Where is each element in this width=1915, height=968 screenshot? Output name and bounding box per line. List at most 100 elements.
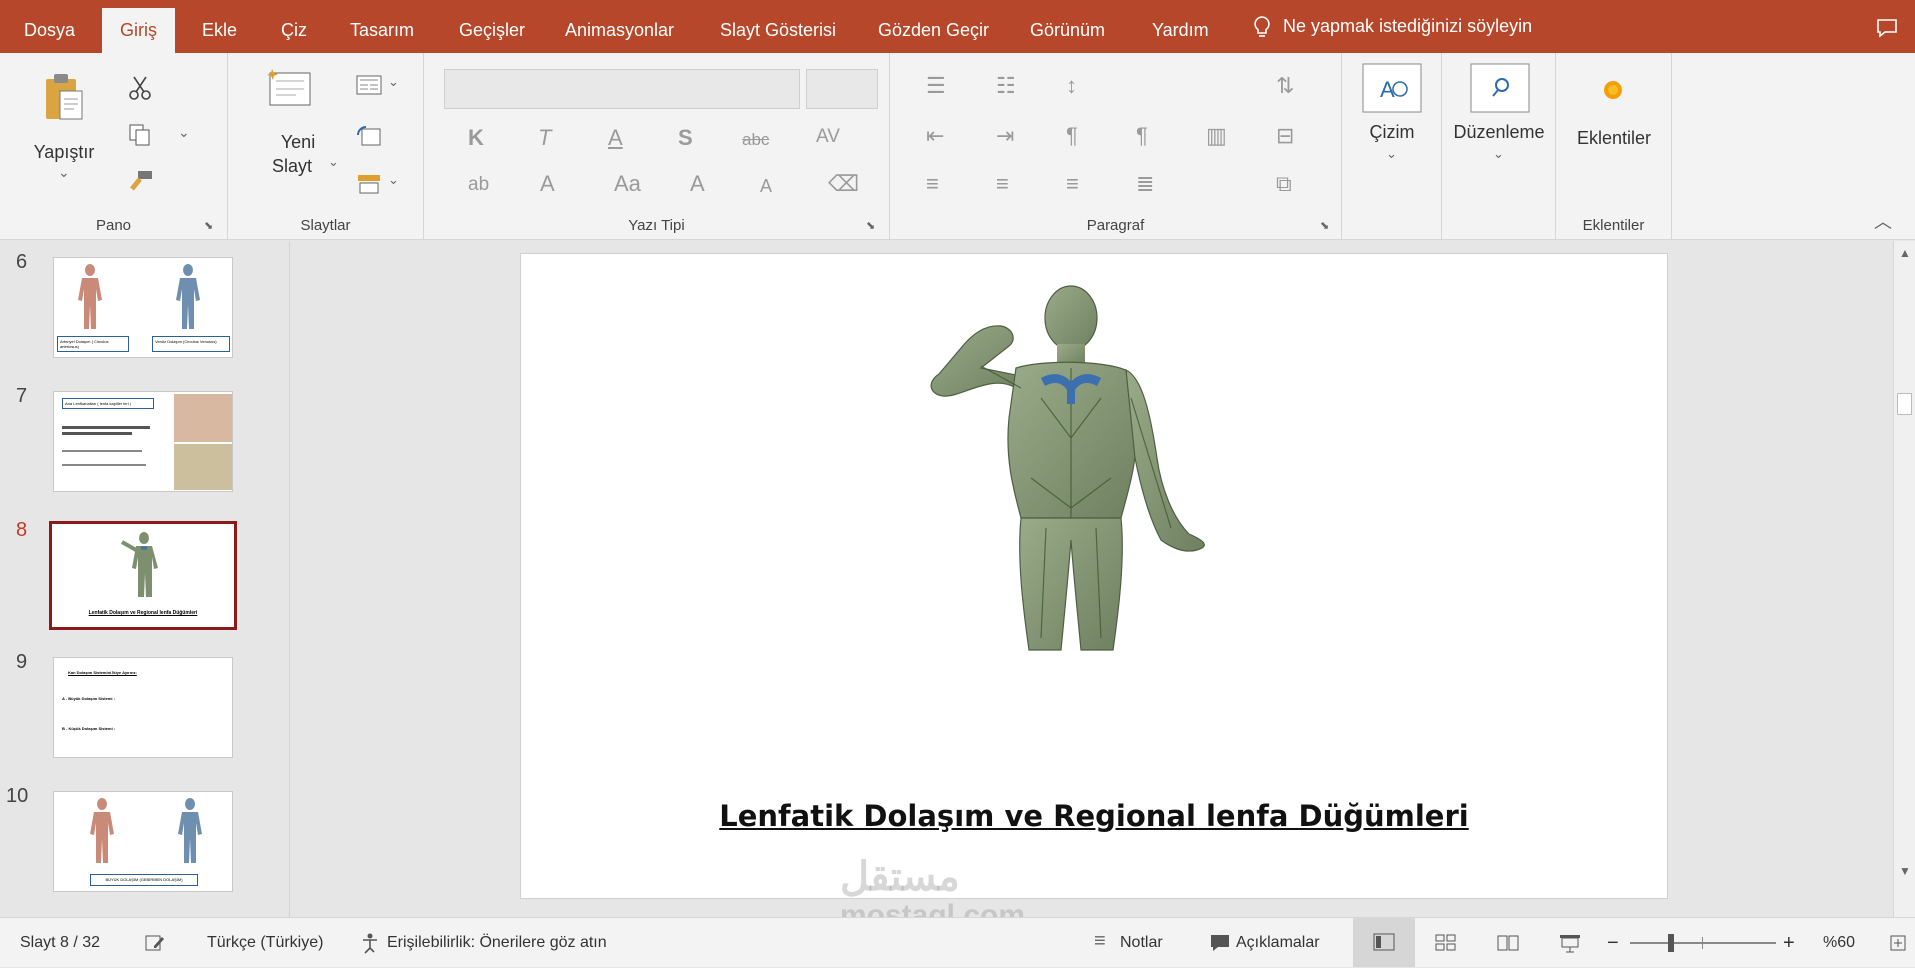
- increase-indent-icon[interactable]: ⇥: [996, 125, 1014, 147]
- zoom-level[interactable]: %60: [1823, 918, 1855, 968]
- editing-dropdown-icon[interactable]: ⌄: [1493, 147, 1504, 160]
- language-indicator[interactable]: Türkçe (Türkiye): [207, 918, 323, 968]
- highlight-icon[interactable]: ab: [468, 175, 489, 194]
- paste-icon[interactable]: [42, 71, 86, 125]
- zoom-out-button[interactable]: −: [1607, 918, 1619, 968]
- justify-icon[interactable]: ≣: [1136, 173, 1154, 195]
- new-slide-label-1[interactable]: Yeni: [258, 131, 338, 153]
- tab-help[interactable]: Yardım: [1152, 0, 1209, 53]
- rtl-icon[interactable]: ¶: [1136, 125, 1148, 147]
- paste-button[interactable]: Yapıştır: [22, 141, 106, 163]
- slideshow-icon[interactable]: [1559, 933, 1581, 953]
- change-case-icon[interactable]: Aa: [614, 173, 641, 195]
- slide-thumbnail-9[interactable]: Kan Dolaşım Sistemini İkiye Ayırırız: A …: [53, 657, 233, 758]
- comments-button[interactable]: Açıklamalar: [1236, 918, 1320, 968]
- shrink-font-icon[interactable]: A: [760, 177, 772, 195]
- comment-icon[interactable]: [1876, 18, 1898, 38]
- comments-icon[interactable]: [1209, 933, 1231, 953]
- notes-icon[interactable]: ≡: [1094, 931, 1106, 951]
- notes-button[interactable]: Notlar: [1120, 918, 1163, 968]
- font-color-icon[interactable]: A: [540, 173, 555, 195]
- slide-sorter-icon[interactable]: [1435, 934, 1457, 952]
- ltr-icon[interactable]: ¶: [1066, 125, 1078, 147]
- addins-button[interactable]: Eklentiler: [1556, 127, 1672, 149]
- font-launcher-icon[interactable]: ⬊: [866, 221, 875, 232]
- fit-to-window-icon[interactable]: [1889, 934, 1907, 952]
- font-name-box[interactable]: [444, 69, 800, 109]
- paste-dropdown-icon[interactable]: ⌄: [58, 165, 70, 179]
- cut-icon[interactable]: [128, 75, 152, 101]
- section-dropdown-icon[interactable]: ⌄: [388, 173, 399, 186]
- tab-draw[interactable]: Çiz: [281, 0, 307, 53]
- tab-animations[interactable]: Animasyonlar: [565, 0, 674, 53]
- columns-icon[interactable]: ▥: [1206, 125, 1227, 147]
- clipboard-launcher-icon[interactable]: ⬊: [204, 221, 213, 232]
- drawing-button[interactable]: Çizim: [1342, 121, 1442, 143]
- tab-insert[interactable]: Ekle: [202, 0, 237, 53]
- vertical-scrollbar[interactable]: ▲ ▼: [1893, 241, 1915, 917]
- smartart-icon[interactable]: ⧉: [1276, 173, 1292, 195]
- char-spacing-icon[interactable]: AV: [816, 127, 840, 146]
- zoom-slider-track[interactable]: [1630, 942, 1776, 944]
- tab-slideshow[interactable]: Slayt Gösterisi: [720, 0, 836, 53]
- new-slide-icon[interactable]: [266, 67, 314, 111]
- copy-dropdown-icon[interactable]: ⌄: [178, 125, 190, 139]
- clear-format-icon[interactable]: ⌫: [828, 173, 859, 195]
- align-right-icon[interactable]: ≡: [1066, 173, 1079, 195]
- collapse-ribbon-icon[interactable]: ︿: [1874, 213, 1892, 231]
- scroll-up-icon[interactable]: ▲: [1899, 247, 1911, 259]
- accessibility-icon[interactable]: [360, 932, 382, 954]
- italic-icon[interactable]: T: [538, 127, 551, 149]
- editing-button[interactable]: Düzenleme: [1442, 121, 1556, 143]
- align-text-icon[interactable]: ⊟: [1276, 125, 1294, 147]
- notes-edit-icon[interactable]: [144, 933, 166, 953]
- bullets-icon[interactable]: ☰: [926, 75, 946, 97]
- underline-icon[interactable]: A: [608, 127, 623, 149]
- slide-title[interactable]: Lenfatik Dolaşım ve Regional lenfa Düğüm…: [521, 799, 1667, 833]
- thumb-text-line: [62, 450, 142, 452]
- tell-me-search[interactable]: Ne yapmak istediğinizi söyleyin: [1253, 0, 1532, 53]
- tab-file[interactable]: Dosya: [24, 0, 75, 53]
- section-icon[interactable]: [356, 173, 382, 195]
- reading-view-icon[interactable]: [1497, 934, 1519, 952]
- slide-thumbnail-8[interactable]: Lenfatik Dolaşım ve Regional lenfa Düğüm…: [49, 521, 237, 630]
- align-center-icon[interactable]: ≡: [996, 173, 1009, 195]
- grow-font-icon[interactable]: A: [690, 173, 705, 195]
- tab-transitions[interactable]: Geçişler: [459, 0, 525, 53]
- tab-design[interactable]: Tasarım: [350, 0, 414, 53]
- drawing-icon[interactable]: A: [1362, 63, 1422, 113]
- addins-icon[interactable]: [1602, 79, 1624, 101]
- new-slide-dropdown-icon[interactable]: ⌄: [328, 155, 339, 168]
- shadow-icon[interactable]: S: [678, 127, 693, 149]
- scroll-thumb[interactable]: [1897, 393, 1912, 415]
- slide-thumbnail-6[interactable]: Arteriyel Dolaşım ( Circulus arteriosus)…: [53, 257, 233, 358]
- text-direction-icon[interactable]: ⇅: [1276, 75, 1294, 97]
- slide-thumbnail-10[interactable]: BÜYÜK DOLAŞIM (GEBİRMEN DOLAŞIM): [53, 791, 233, 892]
- normal-view-button[interactable]: [1353, 918, 1415, 967]
- find-icon[interactable]: [1470, 63, 1530, 113]
- current-slide[interactable]: Lenfatik Dolaşım ve Regional lenfa Düğüm…: [520, 253, 1668, 899]
- tab-view[interactable]: Görünüm: [1030, 0, 1105, 53]
- layout-icon[interactable]: [356, 75, 382, 95]
- bold-icon[interactable]: K: [468, 127, 484, 149]
- new-slide-label-2[interactable]: Slayt: [252, 155, 332, 177]
- zoom-slider-thumb[interactable]: [1668, 934, 1674, 952]
- zoom-in-button[interactable]: +: [1783, 918, 1795, 968]
- reset-icon[interactable]: [356, 125, 382, 147]
- scroll-down-icon[interactable]: ▼: [1899, 865, 1911, 877]
- paragraph-launcher-icon[interactable]: ⬊: [1320, 221, 1329, 232]
- numbering-icon[interactable]: ☷: [996, 75, 1016, 97]
- tab-home[interactable]: Giriş: [102, 8, 175, 53]
- decrease-indent-icon[interactable]: ⇤: [926, 125, 944, 147]
- layout-dropdown-icon[interactable]: ⌄: [388, 75, 399, 88]
- copy-icon[interactable]: [128, 123, 152, 147]
- line-spacing-icon[interactable]: ↕: [1066, 75, 1077, 97]
- drawing-dropdown-icon[interactable]: ⌄: [1386, 147, 1397, 160]
- font-size-box[interactable]: [806, 69, 878, 109]
- slide-thumbnail-7[interactable]: Ana Lenfkanalları ( lenfa kapiller leri …: [53, 391, 233, 492]
- tab-review[interactable]: Gözden Geçir: [878, 0, 989, 53]
- strikethrough-icon[interactable]: abc: [742, 131, 769, 148]
- align-left-icon[interactable]: ≡: [926, 173, 939, 195]
- accessibility-status[interactable]: Erişilebilirlik: Önerilere göz atın: [387, 918, 607, 968]
- format-painter-icon[interactable]: [128, 169, 154, 193]
